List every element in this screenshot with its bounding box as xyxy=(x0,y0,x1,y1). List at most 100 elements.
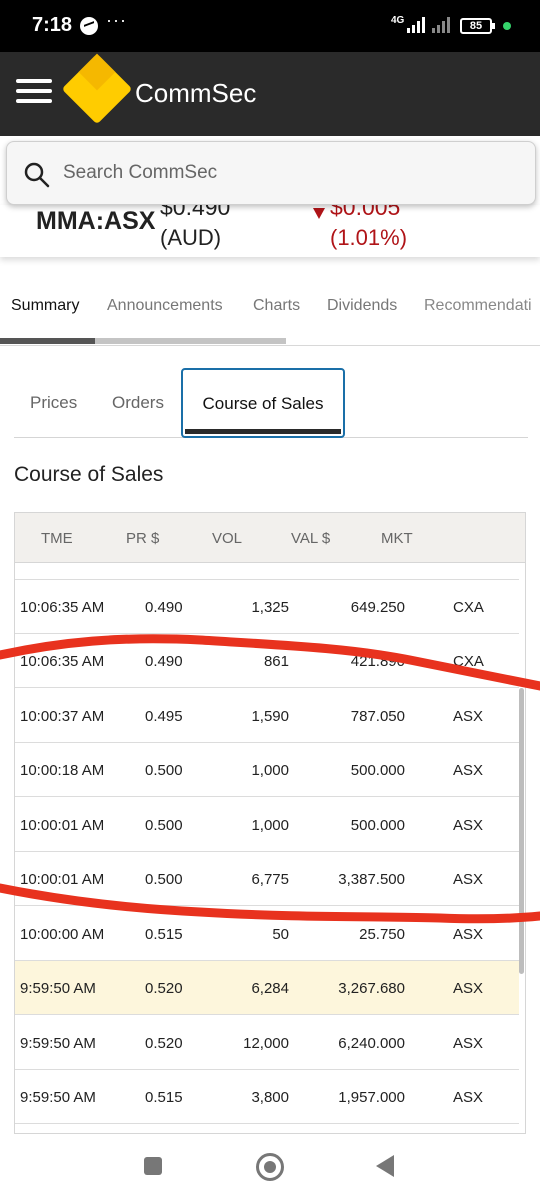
recent-apps-icon[interactable] xyxy=(144,1157,162,1175)
cell-market: ASX xyxy=(453,926,484,943)
cell-price: 0.490 xyxy=(145,599,183,616)
cell-time: 10:06:35 AM xyxy=(20,599,105,616)
cell-value: 500.000 xyxy=(350,817,405,834)
android-nav-bar xyxy=(0,1134,540,1200)
cell-value: 25.750 xyxy=(359,926,405,943)
cell-market: ASX xyxy=(453,980,484,997)
status-bar: 7:18 ··· 4G 85 xyxy=(0,0,540,52)
table-scrollbar[interactable] xyxy=(519,688,524,974)
price-change-percent: (1.01%) xyxy=(330,225,408,250)
stock-currency: (AUD) xyxy=(160,225,222,250)
subtab-orders[interactable]: Orders xyxy=(112,393,164,413)
quote-summary: MMA:ASX $0.490 (AUD) $0.005 (1.01%) xyxy=(0,205,540,257)
cell-price: 0.520 xyxy=(145,980,183,997)
table-row: 10:06:35 AM 0.490 861 421.890 CXA xyxy=(15,634,519,688)
cell-volume: 50 xyxy=(272,926,289,943)
header-market: MKT xyxy=(381,530,413,547)
cell-time: 10:00:00 AM xyxy=(20,926,105,943)
cell-time: 10:00:37 AM xyxy=(20,708,105,725)
cell-value: 1,957.000 xyxy=(338,1089,405,1106)
sub-tabs: Prices Orders Course of Sales xyxy=(14,366,528,438)
status-time: 7:18 xyxy=(32,14,73,36)
messenger-icon xyxy=(80,17,98,35)
cell-market: CXA xyxy=(453,599,484,616)
back-icon[interactable] xyxy=(376,1155,394,1177)
cell-price: 0.515 xyxy=(145,926,183,943)
cell-value: 500.000 xyxy=(350,762,405,779)
header-value: VAL $ xyxy=(291,530,331,547)
brand-name: CommSec xyxy=(135,78,257,108)
cell-price: 0.515 xyxy=(145,1089,183,1106)
header-time: TME xyxy=(41,530,73,547)
network-type: 4G xyxy=(391,15,405,26)
table-row: 10:00:00 AM 0.515 50 25.750 ASX xyxy=(15,907,519,961)
stock-price: $0.490 xyxy=(160,205,231,220)
cell-volume: 861 xyxy=(263,653,289,670)
tab-announcements[interactable]: Announcements xyxy=(107,297,223,315)
header-volume: VOL xyxy=(212,530,243,547)
signal-icon-secondary xyxy=(432,17,450,33)
tab-dividends[interactable]: Dividends xyxy=(327,297,397,315)
cell-time: 9:59:50 AM xyxy=(20,980,96,997)
table-row: 9:59:50 AM 0.520 6,284 3,267.680 ASX xyxy=(15,961,519,1015)
cell-market: CXA xyxy=(453,653,484,670)
main-tabs: Summary Announcements Charts Dividends R… xyxy=(0,280,540,346)
search-input[interactable]: Search CommSec xyxy=(6,141,536,205)
table-row: 9:59:50 AM 0.520 12,000 6,240.000 ASX xyxy=(15,1016,519,1070)
tab-recommendations[interactable]: Recommendati xyxy=(424,297,532,315)
cell-market: ASX xyxy=(453,871,484,888)
cell-market: ASX xyxy=(453,1035,484,1052)
subtab-course-of-sales[interactable]: Course of Sales xyxy=(181,368,345,438)
tab-charts[interactable]: Charts xyxy=(253,297,300,315)
cell-price: 0.500 xyxy=(145,762,183,779)
battery-icon: 85 xyxy=(460,18,495,34)
cell-time: 10:00:01 AM xyxy=(20,817,105,834)
hamburger-menu-icon[interactable] xyxy=(16,79,52,107)
header-price: PR $ xyxy=(126,530,160,547)
search-icon xyxy=(24,162,50,188)
down-arrow-icon xyxy=(313,208,325,219)
privacy-dot-icon xyxy=(503,22,511,30)
cell-volume: 1,590 xyxy=(251,708,289,725)
cell-price: 0.520 xyxy=(145,1035,183,1052)
cell-volume: 1,000 xyxy=(251,817,289,834)
cell-value: 649.250 xyxy=(350,599,405,616)
cell-volume: 1,325 xyxy=(251,599,289,616)
table-row: 9:59:50 AM 0.515 3,800 1,957.000 ASX xyxy=(15,1070,519,1124)
cell-market: ASX xyxy=(453,817,484,834)
cell-volume: 6,284 xyxy=(251,980,289,997)
search-placeholder: Search CommSec xyxy=(63,162,218,183)
cell-value: 3,387.500 xyxy=(338,871,405,888)
more-notifications-icon: ··· xyxy=(106,10,127,30)
price-change: $0.005 xyxy=(330,205,401,220)
cell-time: 10:00:18 AM xyxy=(20,762,105,779)
tab-active-indicator xyxy=(0,338,95,344)
cell-value: 787.050 xyxy=(350,708,405,725)
cell-market: ASX xyxy=(453,708,484,725)
course-of-sales-table[interactable]: TME PR $ VOL VAL $ MKT 10:06:35 AM 0.490 1… xyxy=(14,512,526,1134)
cell-value: 6,240.000 xyxy=(338,1035,405,1052)
commsec-logo-icon xyxy=(61,53,133,125)
app-header: CommSec xyxy=(0,52,540,136)
table-row: 10:00:37 AM 0.495 1,590 787.050 ASX xyxy=(15,689,519,743)
signal-icon xyxy=(407,17,425,33)
table-row-divider xyxy=(15,579,519,580)
cell-time: 9:59:50 AM xyxy=(20,1035,96,1052)
subtab-course-of-sales-label: Course of Sales xyxy=(202,394,324,413)
cell-price: 0.495 xyxy=(145,708,183,725)
cell-price: 0.500 xyxy=(145,817,183,834)
cell-time: 10:06:35 AM xyxy=(20,653,105,670)
table-row: 10:00:01 AM 0.500 6,775 3,387.500 ASX xyxy=(15,852,519,906)
table-header: TME PR $ VOL VAL $ MKT xyxy=(15,513,525,563)
home-icon[interactable] xyxy=(256,1153,284,1181)
cell-volume: 12,000 xyxy=(243,1035,289,1052)
cell-volume: 1,000 xyxy=(251,762,289,779)
cell-price: 0.500 xyxy=(145,871,183,888)
cell-market: ASX xyxy=(453,1089,484,1106)
cell-time: 9:59:50 AM xyxy=(20,1089,96,1106)
subtab-prices[interactable]: Prices xyxy=(30,393,77,413)
tab-summary[interactable]: Summary xyxy=(11,297,79,315)
table-row: 10:00:01 AM 0.500 1,000 500.000 ASX xyxy=(15,798,519,852)
cell-value: 421.890 xyxy=(350,653,405,670)
cell-volume: 3,800 xyxy=(251,1089,289,1106)
